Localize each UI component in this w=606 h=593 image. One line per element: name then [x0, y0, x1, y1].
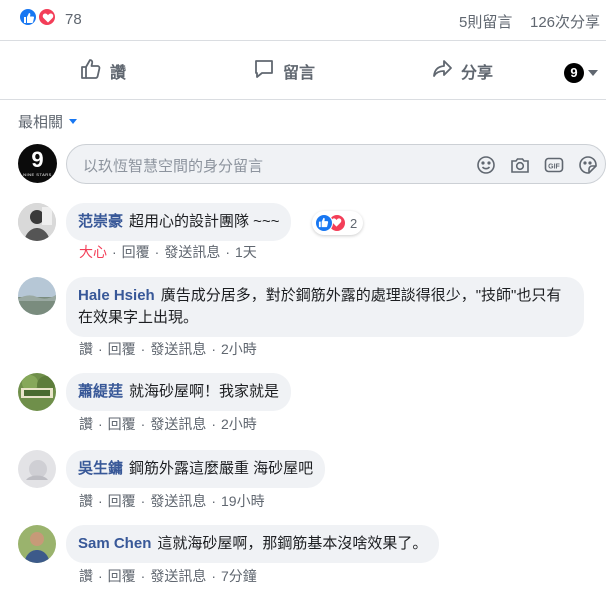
send-message-link[interactable]: 發送訊息 — [150, 341, 206, 357]
comment-bubble: 范崇豪 超用心的設計團隊 ~~~ — [66, 203, 292, 241]
share-arrow-icon — [431, 58, 453, 85]
love-reaction-icon[interactable] — [37, 7, 57, 27]
reply-link[interactable]: 回覆 — [122, 244, 150, 260]
comment-text: 鋼筋外露這麼嚴重 海砂屋吧 — [129, 460, 314, 477]
camera-icon[interactable] — [509, 154, 531, 176]
like-button-label: 讚 — [110, 65, 127, 82]
reply-link[interactable]: 回覆 — [108, 416, 136, 432]
like-reaction-icon — [315, 214, 333, 232]
comment-text: 超用心的設計團隊 ~~~ — [129, 213, 280, 230]
send-message-link[interactable]: 發送訊息 — [150, 568, 206, 584]
comments-count-link[interactable]: 5則留言 — [459, 11, 512, 32]
avatar-logo-glyph: 9 — [31, 147, 44, 172]
composer-icon-bar: GIF — [475, 154, 599, 176]
comment-button-label: 留言 — [283, 65, 316, 82]
comment-bubble: 吳生鏞 鋼筋外露這麼嚴重 海砂屋吧 — [66, 450, 326, 488]
comment-timestamp[interactable]: 2小時 — [221, 416, 257, 432]
comment-reaction-count: 2 — [350, 215, 358, 231]
comment-author[interactable]: Hale Hsieh — [78, 287, 155, 304]
comment-timestamp[interactable]: 7分鐘 — [221, 568, 257, 584]
avatar[interactable] — [18, 203, 56, 241]
comment-author[interactable]: 范崇豪 — [78, 213, 123, 230]
send-message-link[interactable]: 發送訊息 — [150, 493, 206, 509]
comment-input[interactable]: 以玖恆智慧空間的身分留言 GIF — [66, 144, 606, 184]
comment-actions: 讚 · 回覆 · 發送訊息 · 2小時 — [79, 341, 257, 357]
reply-link[interactable]: 回覆 — [108, 341, 136, 357]
comment-sort-dropdown[interactable]: 最相關 — [18, 111, 78, 132]
like-link[interactable]: 讚 — [79, 416, 93, 432]
post-action-bar: 讚 留言 分享 9 — [0, 40, 606, 100]
like-button[interactable]: 讚 — [80, 58, 127, 85]
comment-author[interactable]: 吳生鏞 — [78, 460, 123, 477]
gif-icon[interactable]: GIF — [543, 154, 565, 176]
reaction-summary: 78 5則留言 126次分享 — [0, 0, 606, 40]
comment-input-placeholder: 以玖恆智慧空間的身分留言 — [83, 158, 264, 175]
sticker-icon[interactable] — [577, 154, 599, 176]
comment-text: 這就海砂屋啊，那鋼筋基本沒啥效果了。 — [157, 535, 428, 552]
comment-bubble: 蕭緹莛 就海砂屋啊！我家就是 — [66, 373, 292, 411]
avatar[interactable] — [18, 277, 56, 315]
comment-author[interactable]: 蕭緹莛 — [78, 383, 123, 400]
avatar-logo-text: NINE STARS — [23, 172, 52, 177]
comment-bubble: Hale Hsieh 廣告成分居多，對於鋼筋外露的處理談得很少，"技師"也只有在效… — [66, 277, 584, 337]
page-logo-icon: 9 — [564, 63, 584, 83]
reply-link[interactable]: 回覆 — [108, 568, 136, 584]
avatar[interactable] — [18, 373, 56, 411]
avatar[interactable] — [18, 525, 56, 563]
shares-count-link[interactable]: 126次分享 — [530, 11, 600, 32]
sort-label: 最相關 — [18, 114, 64, 131]
comment-reaction-badge[interactable]: 2 — [312, 211, 364, 235]
reacted-love-link[interactable]: 大心 — [79, 244, 107, 260]
comment-text: 就海砂屋啊！我家就是 — [129, 383, 280, 400]
comment-timestamp[interactable]: 2小時 — [221, 341, 257, 357]
like-link[interactable]: 讚 — [79, 341, 93, 357]
comment-timestamp[interactable]: 1天 — [235, 244, 257, 260]
avatar[interactable] — [18, 450, 56, 488]
svg-text:GIF: GIF — [548, 164, 560, 171]
comment-timestamp[interactable]: 19小時 — [221, 493, 265, 509]
comment-actions: 讚 · 回覆 · 發送訊息 · 7分鐘 — [79, 568, 257, 584]
send-message-link[interactable]: 發送訊息 — [150, 416, 206, 432]
emoji-icon[interactable] — [475, 154, 497, 176]
composer-avatar: 9 NINE STARS — [18, 144, 57, 183]
send-message-link[interactable]: 發送訊息 — [164, 244, 220, 260]
comment-author[interactable]: Sam Chen — [78, 535, 151, 552]
caret-down-icon — [69, 119, 78, 124]
comment-bubble: Sam Chen 這就海砂屋啊，那鋼筋基本沒啥效果了。 — [66, 525, 440, 563]
comment-button[interactable]: 留言 — [253, 59, 315, 83]
page-identity-switcher[interactable]: 9 — [564, 63, 598, 83]
thumbs-up-icon — [80, 58, 102, 85]
comment-icon — [253, 58, 275, 85]
chevron-down-icon — [588, 70, 598, 76]
share-button[interactable]: 分享 — [431, 59, 493, 83]
comment-actions: 讚 · 回覆 · 發送訊息 · 2小時 — [79, 416, 257, 432]
share-button-label: 分享 — [461, 65, 494, 82]
like-link[interactable]: 讚 — [79, 568, 93, 584]
like-link[interactable]: 讚 — [79, 493, 93, 509]
reaction-count[interactable]: 78 — [65, 11, 82, 28]
like-reaction-icon[interactable] — [18, 7, 38, 27]
reply-link[interactable]: 回覆 — [108, 493, 136, 509]
comment-actions: 大心 · 回覆 · 發送訊息 · 1天 — [79, 244, 257, 260]
comment-actions: 讚 · 回覆 · 發送訊息 · 19小時 — [79, 493, 265, 509]
